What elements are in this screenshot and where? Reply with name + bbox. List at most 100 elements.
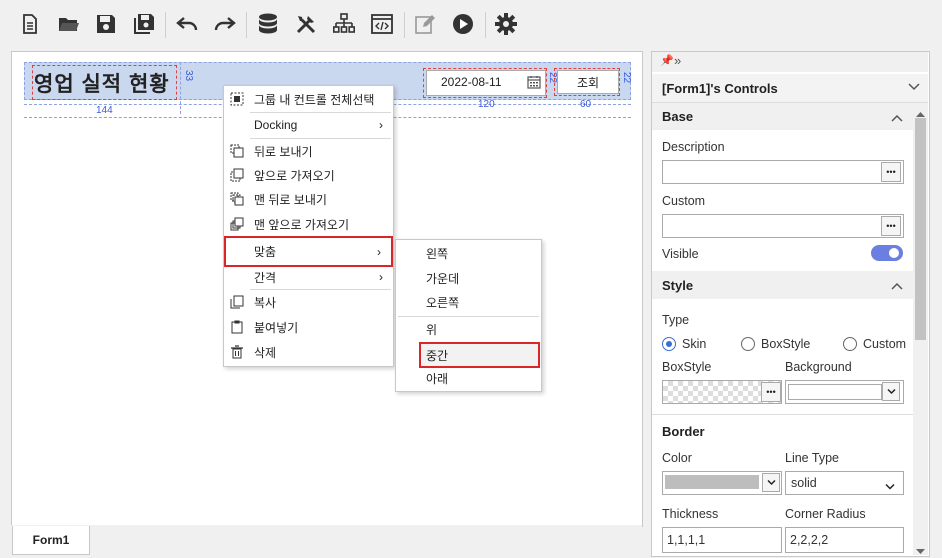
radio-label: BoxStyle (761, 337, 811, 351)
scroll-thumb[interactable] (915, 118, 926, 340)
menu-label: 위 (426, 322, 438, 337)
custom-input[interactable] (662, 214, 904, 238)
search-button[interactable]: 조회 (557, 70, 619, 94)
chevron-down-icon (885, 479, 895, 493)
description-more-button[interactable]: ••• (881, 162, 901, 182)
menu-item-select-all-in-group[interactable]: 그룹 내 컨트롤 전체선택 (224, 87, 393, 111)
radio-label: Skin (682, 337, 707, 351)
pin-icon[interactable]: 📌 (660, 54, 674, 67)
settings-icon[interactable] (493, 11, 519, 37)
background-color-picker[interactable] (785, 380, 904, 404)
type-radio-boxstyle[interactable]: BoxStyle (741, 337, 810, 351)
copy-icon (230, 295, 244, 309)
panel-header[interactable]: [Form1]'s Controls (652, 74, 928, 103)
section-title: Style (662, 277, 694, 293)
toolbar (0, 0, 942, 50)
type-radio-custom[interactable]: Custom (843, 337, 906, 351)
form-title[interactable]: 영업 실적 현황 (34, 68, 170, 98)
linetype-value: solid (791, 476, 817, 490)
thickness-input[interactable]: 1,1,1,1 (662, 527, 782, 553)
panel-title: [Form1]'s Controls (662, 80, 778, 96)
menu-label: 그룹 내 컨트롤 전체선택 (254, 92, 375, 107)
redo-icon[interactable] (212, 11, 238, 37)
scroll-down-icon[interactable] (916, 544, 925, 558)
chevron-down-icon[interactable] (908, 80, 920, 95)
menu-label: Docking (254, 118, 298, 132)
save-icon[interactable] (93, 11, 119, 37)
visible-label: Visible (662, 247, 699, 261)
chevron-up-icon[interactable] (891, 111, 903, 126)
menu-label: 복사 (254, 295, 277, 310)
chevron-up-icon[interactable] (891, 279, 903, 294)
date-width-dim: 120 (478, 99, 495, 110)
small-dim-b: 22 (621, 72, 632, 84)
bring-to-front-icon (230, 217, 244, 231)
thickness-label: Thickness (662, 507, 719, 521)
paste-icon (231, 320, 243, 334)
menu-item-bring-forward[interactable]: 앞으로 가져오기 (224, 163, 393, 187)
edit-icon[interactable] (412, 11, 438, 37)
menu-label: 중간 (426, 348, 449, 363)
menu-label: 아래 (426, 371, 449, 386)
type-radio-skin[interactable]: Skin (662, 337, 706, 351)
code-view-icon[interactable] (369, 11, 395, 37)
context-menu: 그룹 내 컨트롤 전체선택 Docking › 뒤로 보내기 앞으로 가져오기 … (223, 85, 394, 367)
radius-input[interactable]: 2,2,2,2 (785, 527, 904, 553)
section-style[interactable]: Style (652, 271, 913, 299)
menu-label: 가운데 (426, 271, 460, 286)
section-title: Base (662, 109, 694, 124)
double-chevron-right-icon[interactable]: » (674, 53, 681, 68)
chevron-down-icon[interactable] (762, 473, 780, 492)
title-height-dim: 33 (183, 70, 194, 82)
trash-icon (231, 345, 243, 359)
menu-label: 맨 뒤로 보내기 (254, 192, 327, 207)
menu-label: 뒤로 보내기 (254, 144, 313, 159)
submenu-item-top[interactable]: 위 (396, 317, 541, 341)
menu-item-bring-to-front[interactable]: 맨 앞으로 가져오기 (224, 212, 393, 236)
tab-form1[interactable]: Form1 (12, 526, 90, 555)
send-backward-icon (230, 144, 244, 158)
button-width-dim: 60 (580, 99, 592, 110)
submenu-item-middle[interactable]: 중간 (419, 342, 540, 368)
border-color-picker[interactable] (662, 471, 782, 495)
menu-item-docking[interactable]: Docking › (224, 113, 393, 137)
hierarchy-icon[interactable] (331, 11, 357, 37)
custom-more-button[interactable]: ••• (881, 216, 901, 236)
menu-label: 맞춤 (254, 245, 277, 259)
undo-icon[interactable] (174, 11, 200, 37)
menu-item-spacing[interactable]: 간격 › (224, 265, 393, 289)
submenu-item-left[interactable]: 왼쪽 (396, 241, 541, 265)
radius-value: 2,2,2,2 (790, 533, 829, 547)
menu-item-copy[interactable]: 복사 (224, 290, 393, 314)
save-all-icon[interactable] (131, 11, 157, 37)
description-label: Description (662, 140, 725, 154)
submenu-item-bottom[interactable]: 아래 (396, 366, 541, 390)
menu-item-send-to-back[interactable]: 맨 뒤로 보내기 (224, 187, 393, 211)
type-label: Type (662, 313, 690, 327)
new-file-icon[interactable] (17, 11, 43, 37)
chevron-down-icon[interactable] (882, 382, 900, 401)
tools-icon[interactable] (293, 11, 319, 37)
menu-item-paste[interactable]: 붙여넣기 (224, 315, 393, 339)
boxstyle-more-button[interactable]: ••• (761, 382, 781, 402)
section-base[interactable]: Base (652, 103, 913, 130)
radius-label: Corner Radius (785, 507, 866, 521)
visible-toggle[interactable] (871, 245, 903, 261)
open-folder-icon[interactable] (56, 11, 82, 37)
panel-top-bar: 📌 » (652, 52, 928, 72)
database-icon[interactable] (255, 11, 281, 37)
menu-item-align[interactable]: 맞춤 › (224, 236, 393, 267)
linetype-select[interactable]: solid (785, 471, 904, 495)
calendar-icon[interactable] (524, 72, 544, 92)
menu-label: 간격 (254, 270, 277, 285)
radio-label: Custom (863, 337, 907, 351)
run-icon[interactable] (450, 11, 476, 37)
chevron-right-icon: › (379, 270, 383, 284)
submenu-item-center[interactable]: 가운데 (396, 266, 541, 290)
menu-item-delete[interactable]: 삭제 (224, 340, 393, 364)
menu-item-send-backward[interactable]: 뒤로 보내기 (224, 139, 393, 163)
select-all-icon (230, 92, 244, 106)
description-input[interactable] (662, 160, 904, 184)
menu-label: 앞으로 가져오기 (254, 168, 335, 183)
submenu-item-right[interactable]: 오른쪽 (396, 290, 541, 314)
